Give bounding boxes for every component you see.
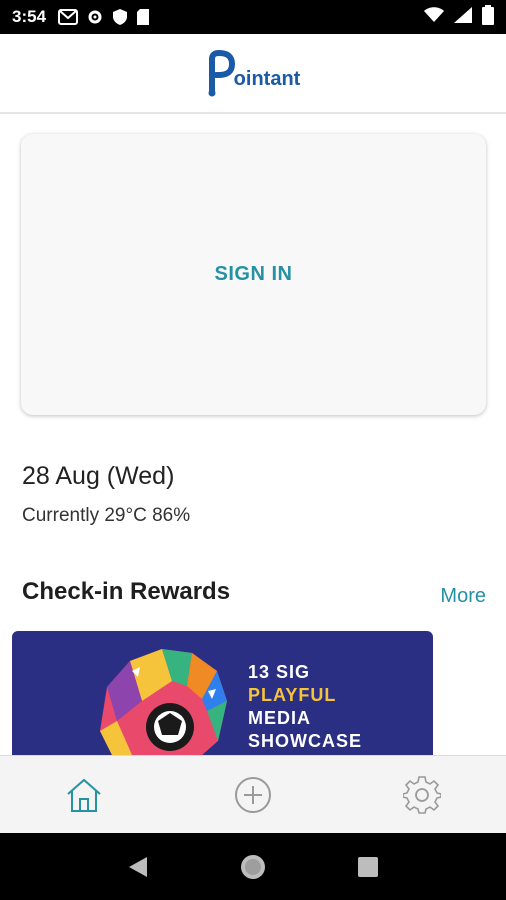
logo-text: ointant <box>233 68 301 90</box>
nav-settings[interactable] <box>392 765 452 825</box>
recents-icon <box>358 856 379 877</box>
home-circle-icon <box>240 854 265 879</box>
weather-text: Currently 29°C 86% <box>22 505 191 526</box>
add-icon <box>234 776 271 813</box>
reward-line: SHOWCASE <box>248 731 363 751</box>
sd-card-icon <box>136 8 150 26</box>
gmail-icon <box>58 9 79 25</box>
signin-card[interactable]: SIGN IN <box>21 134 486 415</box>
wifi-icon <box>424 6 444 28</box>
nav-home[interactable] <box>54 765 114 825</box>
date-text: 28 Aug (Wed) <box>22 462 175 490</box>
reward-title: 13 SIG PLAYFUL MEDIA SHOWCASE <box>248 661 362 753</box>
more-link[interactable]: More <box>440 585 486 608</box>
app-logo: ointant <box>206 49 301 97</box>
reward-line: MEDIA <box>248 708 311 728</box>
logo-p-icon <box>208 49 235 97</box>
back-icon <box>128 856 147 877</box>
nav-add[interactable] <box>223 765 283 825</box>
system-nav-bar <box>0 833 506 900</box>
app-bar: ointant <box>0 34 506 114</box>
home-icon <box>67 778 101 812</box>
settings-icon <box>402 775 441 814</box>
status-time: 3:54 <box>12 7 47 26</box>
reward-card[interactable]: 13 SIG PLAYFUL MEDIA SHOWCASE <box>12 631 433 755</box>
bottom-nav <box>0 755 506 833</box>
home-button[interactable] <box>233 847 273 887</box>
section-title-rewards: Check-in Rewards <box>22 578 231 605</box>
signal-icon <box>454 6 472 28</box>
reward-line: PLAYFUL <box>248 685 337 705</box>
shield-icon <box>112 8 128 26</box>
status-bar: 3:54 <box>0 0 506 34</box>
settings-icon <box>86 8 104 26</box>
recents-button[interactable] <box>348 847 388 887</box>
reward-line: 13 SIG <box>248 662 311 682</box>
battery-icon <box>482 4 494 30</box>
reward-graphic <box>100 649 227 755</box>
back-button[interactable] <box>118 847 158 887</box>
signin-label: SIGN IN <box>214 263 293 285</box>
